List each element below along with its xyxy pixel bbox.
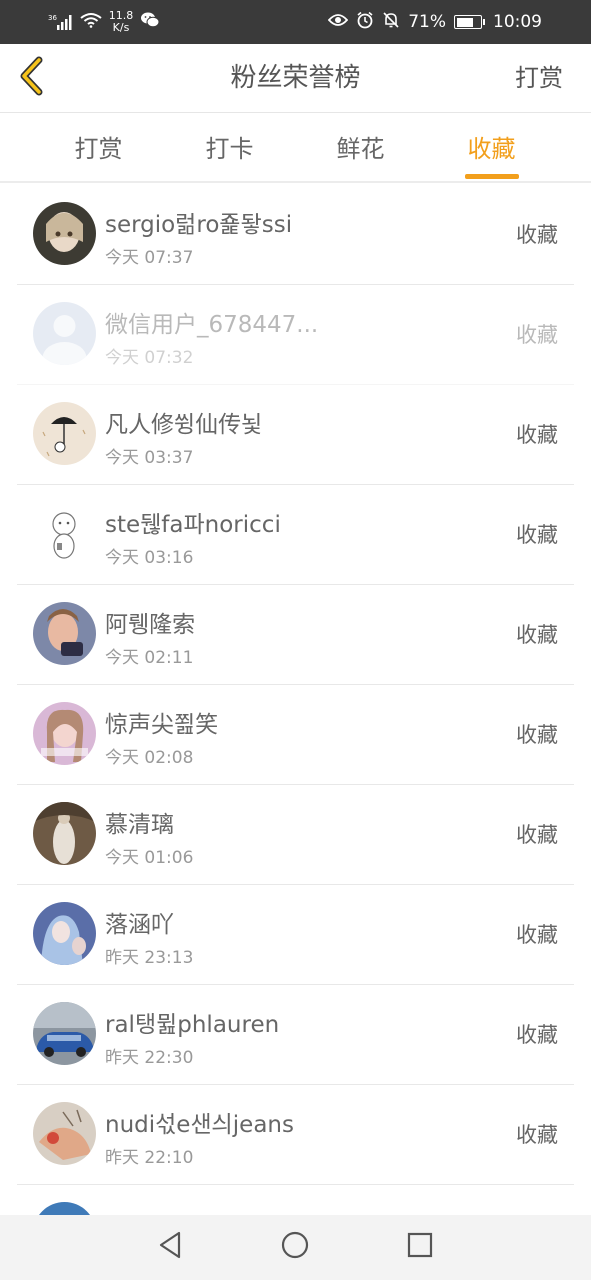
avatar[interactable] bbox=[33, 702, 96, 765]
tab-label: 打赏 bbox=[74, 135, 123, 163]
list-item[interactable]: 微信用户_678447... 今天 07:32 收藏 bbox=[17, 285, 574, 385]
action-label: 收藏 bbox=[516, 423, 558, 447]
tab-label: 收藏 bbox=[467, 135, 516, 163]
user-name: 微信用户_678447... bbox=[105, 312, 319, 338]
eye-comfort-icon bbox=[327, 12, 349, 32]
status-bar-right: 71% 10:09 bbox=[327, 8, 542, 36]
network-type-label: 36 bbox=[48, 14, 57, 22]
triangle-back-icon bbox=[157, 1231, 183, 1263]
wechat-icon bbox=[140, 11, 160, 33]
user-name: 惊声尖쬞笑 bbox=[105, 712, 219, 738]
action-label: 收藏 bbox=[516, 223, 558, 247]
favorite-time: 今天 03:37 bbox=[105, 448, 194, 468]
favorite-time: 今天 03:16 bbox=[105, 548, 194, 568]
favorite-time: 今天 07:37 bbox=[105, 248, 194, 268]
battery-percent: 71% bbox=[408, 12, 446, 32]
tab-flowers[interactable]: 鲜花 bbox=[295, 113, 426, 183]
app-header: 粉丝荣誉榜 打赏 bbox=[0, 44, 591, 113]
user-name: 阿뤵隆索 bbox=[105, 612, 196, 638]
list-item[interactable]: 落涵吖 昨天 23:13 收藏 bbox=[17, 885, 574, 985]
avatar[interactable] bbox=[33, 602, 96, 665]
avatar[interactable] bbox=[33, 502, 96, 565]
action-label: 收藏 bbox=[516, 323, 558, 347]
network-speed: 11.8 K/s bbox=[108, 9, 134, 34]
user-name: nudi섟e샌싀jeans bbox=[105, 1112, 294, 1138]
user-name: 凡人修쓍仙传뇣 bbox=[105, 412, 263, 438]
list-item[interactable]: 阿뤵隆索 今天 02:11 收藏 bbox=[17, 585, 574, 685]
favorite-time: 今天 02:08 bbox=[105, 748, 194, 768]
page-title: 粉丝荣誉榜 bbox=[230, 63, 361, 93]
cellular-signal-icon: 36 bbox=[48, 14, 74, 30]
action-label: 收藏 bbox=[516, 1123, 558, 1147]
list-item[interactable]: ral탱뮖phlauren 昨天 22:30 收藏 bbox=[17, 985, 574, 1085]
tab-favorites[interactable]: 收藏 bbox=[426, 113, 557, 183]
square-recents-icon bbox=[407, 1232, 433, 1262]
battery-icon bbox=[454, 15, 485, 29]
user-name: ral탱뮖phlauren bbox=[105, 1012, 280, 1038]
favorite-time: 昨天 22:30 bbox=[105, 1048, 194, 1068]
list-item[interactable]: sergio럶ro죭돻ssi 今天 07:37 收藏 bbox=[17, 185, 574, 285]
list-item[interactable]: 凡人修쓍仙传뇣 今天 03:37 收藏 bbox=[17, 385, 574, 485]
nav-home-button[interactable] bbox=[275, 1227, 315, 1267]
chevron-left-icon bbox=[17, 56, 47, 100]
avatar[interactable] bbox=[33, 1202, 96, 1215]
tab-label: 打卡 bbox=[205, 135, 254, 163]
avatar[interactable] bbox=[33, 902, 96, 965]
status-bar: 36 11.8 K/s 71% 10:09 bbox=[0, 0, 591, 44]
tab-reward[interactable]: 打赏 bbox=[33, 113, 164, 183]
mute-bell-icon bbox=[382, 11, 400, 34]
list-item[interactable]: 惊声尖쬞笑 今天 02:08 收藏 bbox=[17, 685, 574, 785]
avatar[interactable] bbox=[33, 802, 96, 865]
user-name: ste뒎fa파noricci bbox=[105, 512, 281, 538]
favorite-time: 昨天 22:10 bbox=[105, 1148, 194, 1168]
list-item[interactable]: 慕清璃 今天 01:06 收藏 bbox=[17, 785, 574, 885]
user-name: 慕清璃 bbox=[105, 812, 174, 838]
nav-recents-button[interactable] bbox=[400, 1227, 440, 1267]
list-item[interactable]: ste뒎fa파noricci 今天 03:16 收藏 bbox=[17, 485, 574, 585]
avatar[interactable] bbox=[33, 402, 96, 465]
tab-indicator bbox=[464, 174, 519, 179]
list-item[interactable]: nudi섟e샌싀jeans 昨天 22:10 收藏 bbox=[17, 1085, 574, 1185]
circle-home-icon bbox=[281, 1231, 309, 1263]
action-label: 收藏 bbox=[516, 923, 558, 947]
back-button[interactable] bbox=[12, 56, 52, 100]
action-label: 收藏 bbox=[516, 523, 558, 547]
avatar[interactable] bbox=[33, 202, 96, 265]
wifi-icon bbox=[80, 12, 102, 32]
action-label: 收藏 bbox=[516, 623, 558, 647]
tab-label: 鲜花 bbox=[336, 135, 385, 163]
status-bar-left: 36 11.8 K/s bbox=[48, 8, 160, 36]
favorite-time: 今天 01:06 bbox=[105, 848, 194, 868]
user-name: sergio럶ro죭돻ssi bbox=[105, 212, 293, 238]
tab-checkin[interactable]: 打卡 bbox=[164, 113, 295, 183]
avatar[interactable] bbox=[33, 1102, 96, 1165]
action-label: 收藏 bbox=[516, 1023, 558, 1047]
clock-time: 10:09 bbox=[493, 12, 542, 32]
list-item[interactable] bbox=[17, 1185, 574, 1215]
avatar[interactable] bbox=[33, 1002, 96, 1065]
favorite-time: 今天 07:32 bbox=[105, 348, 194, 368]
user-name: 落涵吖 bbox=[105, 912, 174, 938]
action-label: 收藏 bbox=[516, 723, 558, 747]
tab-bar: 打赏 打卡 鲜花 收藏 bbox=[0, 113, 591, 183]
favorite-time: 昨天 23:13 bbox=[105, 948, 194, 968]
nav-back-button[interactable] bbox=[150, 1227, 190, 1267]
favorite-time: 今天 02:11 bbox=[105, 648, 194, 668]
avatar[interactable] bbox=[33, 302, 96, 365]
system-nav-bar bbox=[0, 1215, 591, 1280]
alarm-icon bbox=[356, 11, 374, 34]
action-label: 收藏 bbox=[516, 823, 558, 847]
reward-button[interactable]: 打赏 bbox=[515, 44, 563, 113]
fan-list: sergio럶ro죭돻ssi 今天 07:37 收藏 微信用户_678447..… bbox=[0, 185, 591, 1215]
